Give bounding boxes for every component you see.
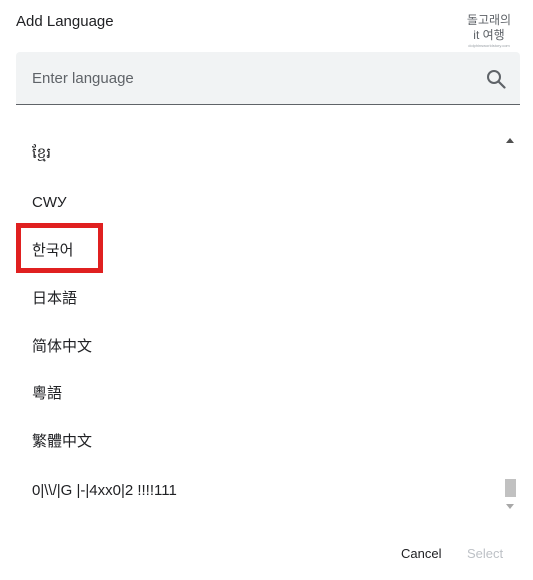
language-search-input[interactable] <box>16 52 476 104</box>
watermark-line-1: 돌고래의 <box>466 13 512 27</box>
dialog-title: Add Language <box>16 13 114 30</box>
language-option-traditional-chinese[interactable]: 繁體中文 <box>32 428 92 456</box>
list-scrollbar[interactable] <box>502 130 519 516</box>
select-button[interactable]: Select <box>467 544 503 564</box>
cancel-button[interactable]: Cancel <box>401 544 441 564</box>
scroll-down-arrow-icon[interactable] <box>506 504 514 509</box>
scrollbar-thumb[interactable] <box>505 479 516 497</box>
watermark-url: dolphinsworldstory.com <box>468 43 510 48</box>
language-option-leetspeak[interactable]: 0|\\/|G |-|4xx0|2 !!!!111 <box>32 477 177 505</box>
search-icon[interactable] <box>486 69 506 89</box>
watermark-logo: 돌고래의 it 여행 dolphinsworldstory.com <box>451 13 527 49</box>
language-option-khmer[interactable]: ខ្មែរ <box>32 140 51 168</box>
scroll-up-arrow-icon[interactable] <box>506 138 514 143</box>
watermark-line-2: it 여행 <box>473 28 505 42</box>
highlight-box <box>16 223 103 273</box>
language-option-japanese[interactable]: 日本語 <box>32 285 77 313</box>
language-list[interactable]: ខ្មែរ CWУ 한국어 日本語 简体中文 粵語 繁體中文 0|\\/|G |… <box>0 130 500 516</box>
language-option-cantonese[interactable]: 粵語 <box>32 380 62 408</box>
language-option-simplified-chinese[interactable]: 简体中文 <box>32 333 92 361</box>
language-option-cwy[interactable]: CWУ <box>32 189 67 217</box>
language-search-box[interactable] <box>16 52 520 105</box>
